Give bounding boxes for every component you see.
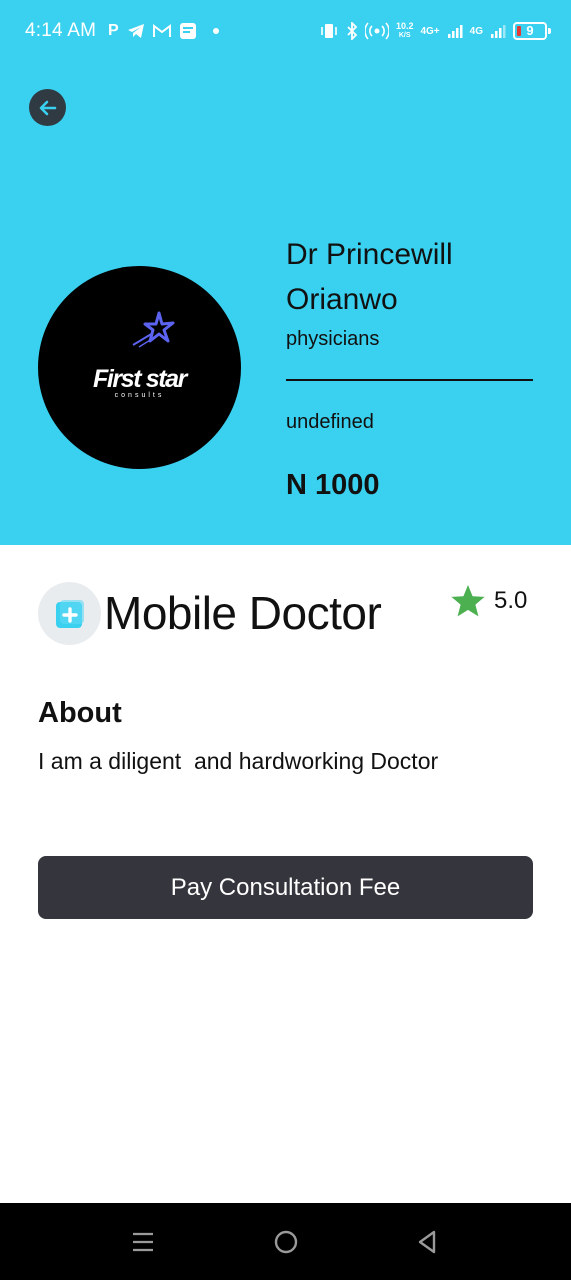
consultation-price: N 1000 (286, 469, 380, 501)
battery-level: 9 (526, 23, 534, 38)
vibrate-icon (321, 24, 337, 38)
rating-value: 5.0 (494, 587, 528, 614)
medical-app-icon (55, 599, 84, 628)
message-icon (179, 23, 196, 39)
app-title: Mobile Doctor (104, 587, 382, 639)
status-time: 4:14 AM (25, 20, 97, 41)
star-icon (451, 585, 485, 617)
doctor-detail: undefined (286, 411, 374, 433)
back-triangle-icon (418, 1230, 436, 1253)
doctor-rating: 5.0 (450, 584, 527, 618)
notification-icons: P (108, 20, 219, 42)
signal-4g: 4G (469, 25, 483, 37)
status-bar: 4:14 AM P 10.2 K/S 4G+ 4G 9 (0, 0, 571, 64)
doctor-specialty: physicians (286, 328, 380, 350)
signal-bars-icon (447, 25, 463, 38)
about-text: I am a diligent and hardworking Doctor (38, 748, 439, 774)
doctor-avatar: First star consults (38, 266, 241, 469)
recent-apps-button[interactable] (113, 1203, 173, 1280)
home-icon (274, 1230, 298, 1253)
signal-4g-plus: 4G+ (420, 25, 440, 37)
doctor-name: Dr Princewill Orianwo (286, 238, 453, 316)
battery-icon: 9 (513, 22, 551, 40)
avatar-logo-subtext: consults (114, 392, 165, 399)
back-button[interactable] (29, 89, 66, 126)
p-app-icon: P (108, 22, 119, 39)
home-button[interactable] (256, 1203, 316, 1280)
avatar-logo-text: First star (93, 365, 187, 393)
hotspot-icon (364, 22, 389, 40)
app-logo (38, 582, 101, 645)
gmail-icon (152, 24, 171, 37)
menu-icon (133, 1232, 153, 1251)
battery-tip (548, 28, 551, 34)
about-heading: About (38, 697, 122, 729)
system-nav-bar (0, 1203, 571, 1280)
star-logo-icon (132, 311, 175, 348)
net-speed-unit: K/S (398, 32, 411, 39)
signal-bars-2-icon (491, 25, 506, 38)
net-speed: 10.2 K/S (396, 22, 414, 40)
more-notifications-dot (212, 28, 219, 34)
arrow-left-icon (39, 100, 56, 115)
system-icons: 10.2 K/S 4G+ 4G 9 (319, 18, 551, 44)
pay-consultation-fee-button[interactable]: Pay Consultation Fee (38, 856, 533, 919)
profile-header: 4:14 AM P 10.2 K/S 4G+ 4G 9 First star c… (0, 0, 571, 545)
telegram-icon (127, 24, 144, 38)
back-nav-button[interactable] (397, 1203, 457, 1280)
header-divider (286, 379, 533, 381)
bluetooth-icon (347, 22, 358, 40)
net-speed-value: 10.2 (395, 21, 414, 31)
